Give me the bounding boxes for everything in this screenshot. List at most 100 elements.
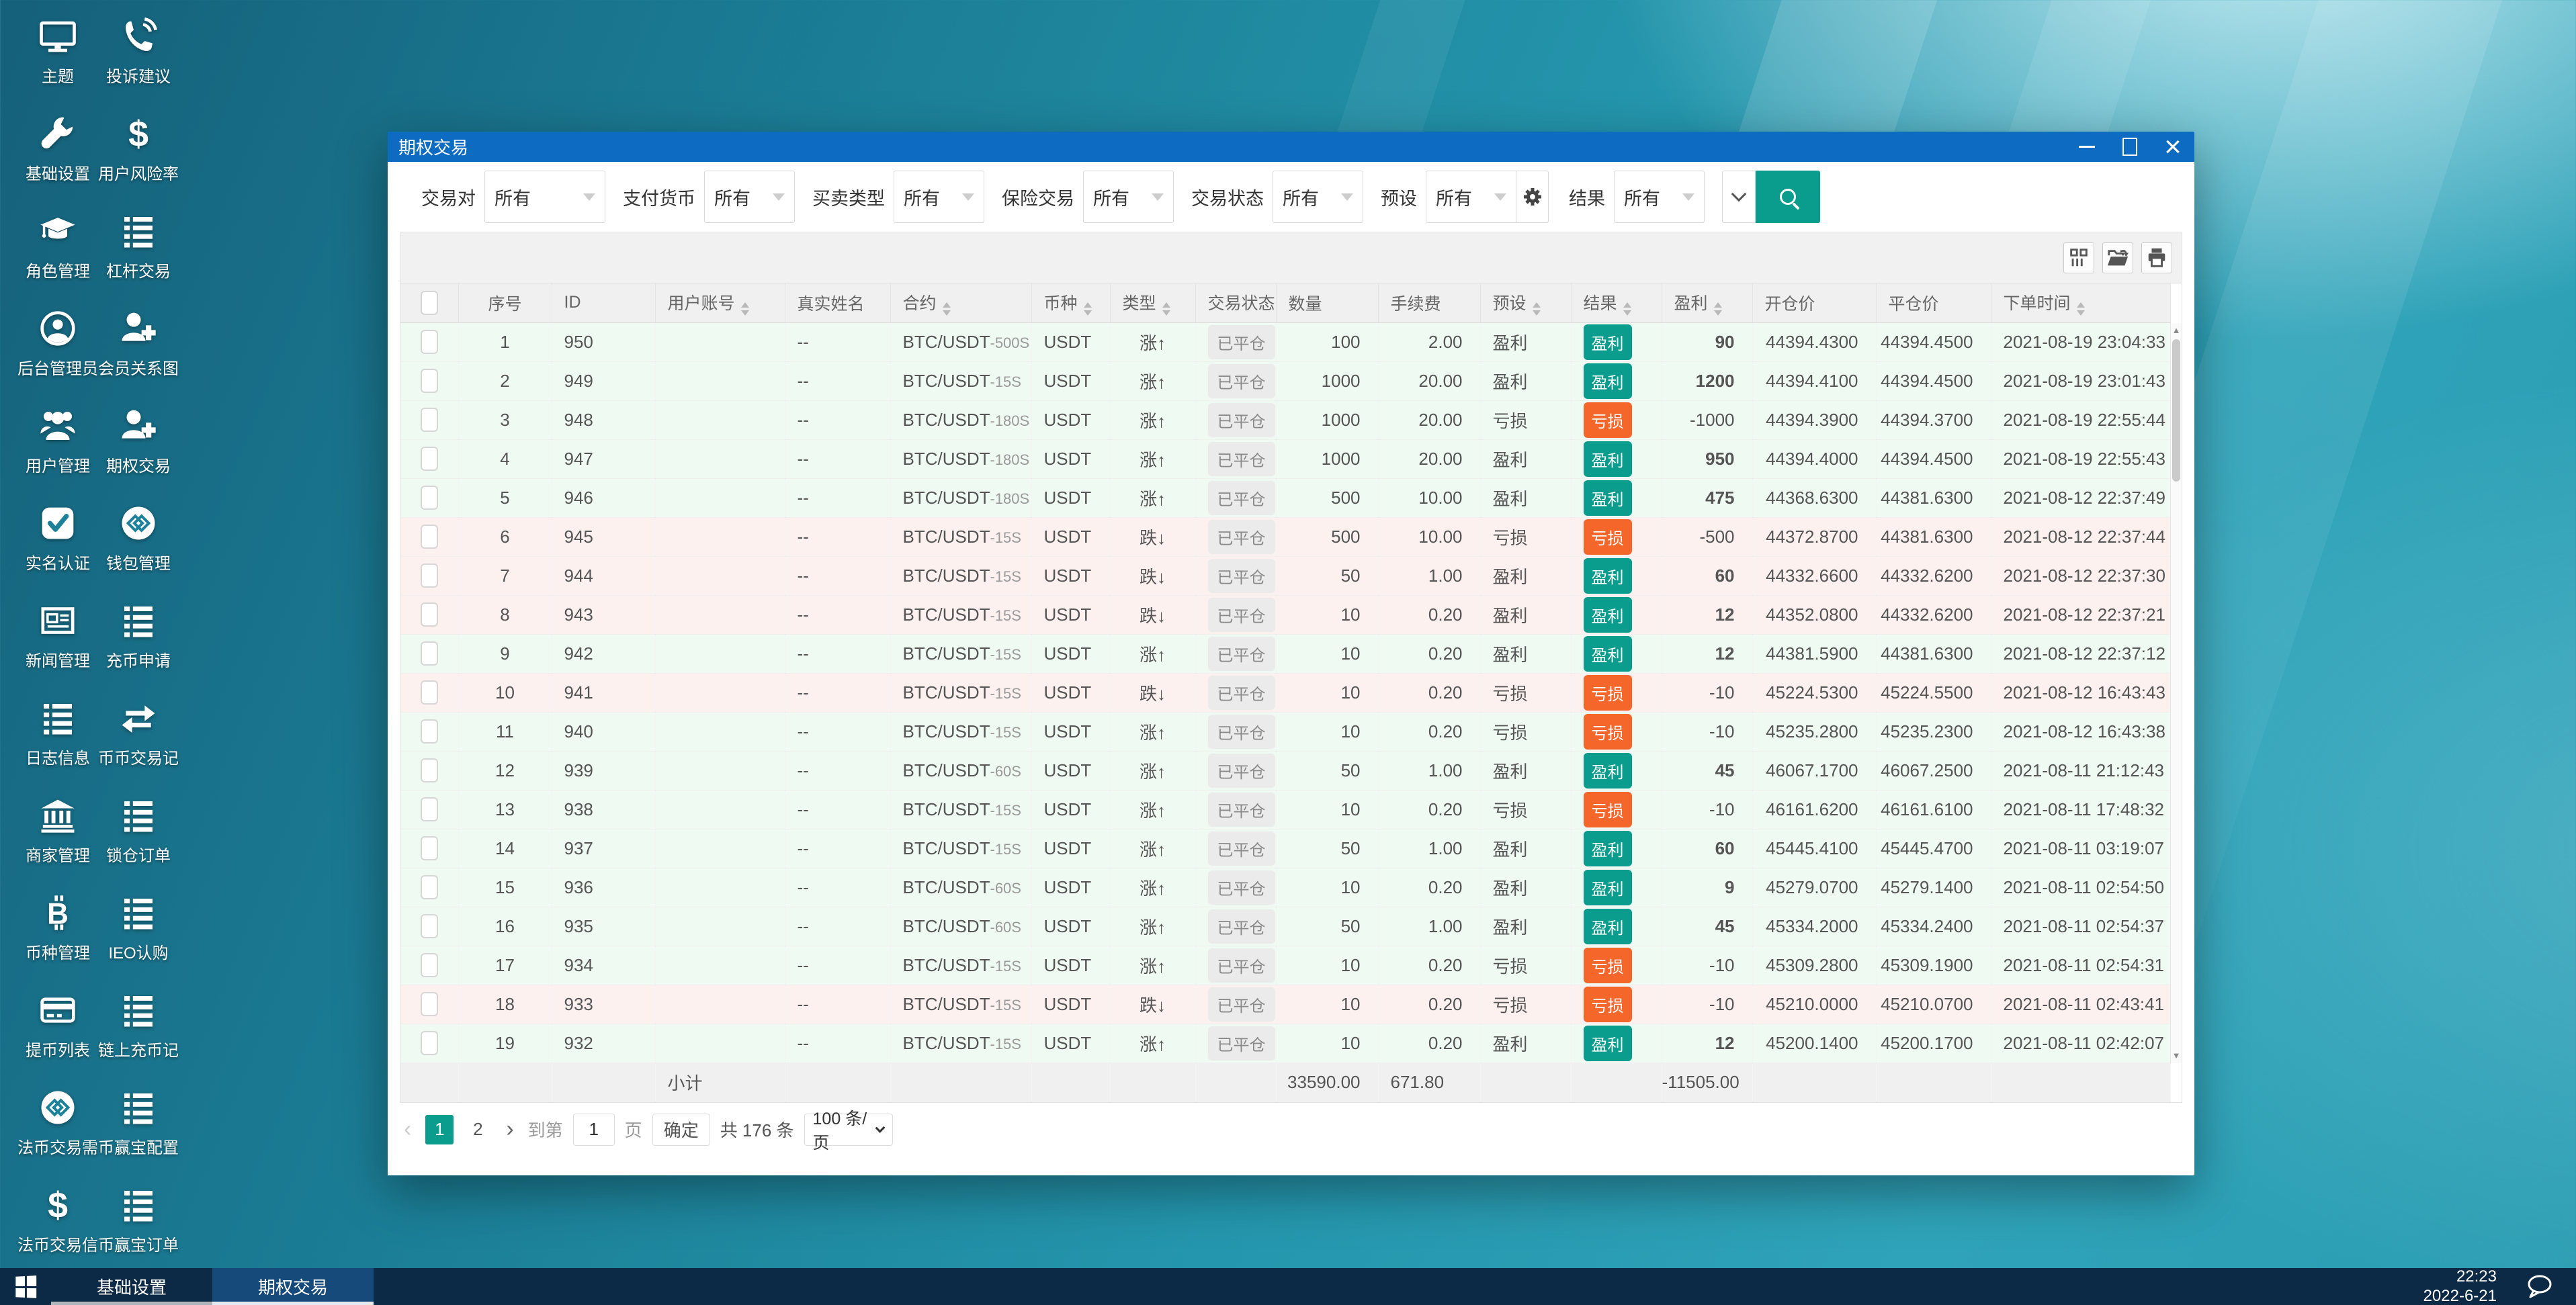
row-checkbox[interactable] [420,719,438,744]
taskbar-item-options-trading[interactable]: 期权交易 [212,1268,374,1305]
desktop-icon[interactable]: 充币申请 [101,601,176,699]
goto-confirm-button[interactable]: 确定 [652,1113,710,1146]
row-checkbox[interactable] [420,914,438,938]
desktop-icon[interactable]: 会员关系图 [98,309,179,406]
desktop-icon[interactable]: 商家管理 [20,796,95,893]
prev-page-button[interactable]: ‹ [400,1116,415,1142]
desktop-icon[interactable]: 基础设置 [20,114,95,212]
scrollbar-up-arrow[interactable]: ▲ [2171,323,2182,338]
column-header[interactable]: 交易状态... [1195,283,1277,323]
desktop-icon[interactable]: 法币交易需 [17,1088,98,1185]
column-header[interactable]: 币种 [1031,283,1111,323]
table-row[interactable]: 15 936 -- BTC/USDT-60S USDT 涨↑ 已平仓 10 0.20 盈利 盈利 9 4… [400,868,2171,907]
desktop-icon[interactable]: $ 用户风险率 [98,114,179,212]
desktop-icon[interactable]: 投诉建议 [101,17,176,114]
desktop-icon[interactable]: 杠杆交易 [101,212,176,309]
columns-button[interactable] [2063,242,2094,273]
chat-bubble-icon[interactable] [2525,1274,2553,1300]
page-button-1[interactable]: 1 [425,1114,454,1144]
table-row[interactable]: 17 934 -- BTC/USDT-15S USDT 涨↑ 已平仓 10 0.20 亏损 亏损 -1… [400,946,2171,985]
desktop-icon[interactable]: 日志信息 [20,699,95,796]
desktop-icon[interactable]: 币赢宝配置 [98,1088,179,1185]
filter-preset-select[interactable]: 所有 [1426,171,1516,223]
sort-icon[interactable] [1623,302,1631,316]
row-checkbox[interactable] [420,797,438,821]
column-header[interactable]: 下单时间 [1991,283,2171,323]
table-row[interactable]: 3 948 -- BTC/USDT-180S USDT 涨↑ 已平仓 1000 20.00 亏损亏… [400,400,2171,440]
table-row[interactable]: 11 940 -- BTC/USDT-15S USDT 涨↑ 已平仓 10 0.20 亏损 亏损 -1… [400,712,2171,752]
row-checkbox[interactable] [420,758,438,782]
row-checkbox[interactable] [420,875,438,899]
row-checkbox[interactable] [420,836,438,860]
desktop-icon[interactable]: 钱包管理 [101,504,176,601]
filter-trade-type-select[interactable]: 所有 [894,171,984,223]
table-row[interactable]: 14 937 -- BTC/USDT-15S USDT 涨↑ 已平仓 50 1.00 盈利 盈利 60… [400,829,2171,868]
table-row[interactable]: 12 939 -- BTC/USDT-60S USDT 涨↑ 已平仓 50 1.00 盈利 盈利 45… [400,751,2171,791]
table-row[interactable]: 13 938 -- BTC/USDT-15S USDT 涨↑ 已平仓 10 0.20 亏损 亏损 -1… [400,790,2171,829]
window-titlebar[interactable]: 期权交易 × [388,132,2194,162]
column-header[interactable]: 结果 [1571,283,1662,323]
row-checkbox[interactable] [420,564,438,588]
column-header[interactable]: 类型 [1110,283,1196,323]
desktop-icon[interactable]: 后台管理员 [17,309,98,406]
desktop-icon[interactable]: 用户管理 [20,406,95,504]
desktop-icon[interactable]: 实名认证 [20,504,95,601]
scrollbar-down-arrow[interactable]: ▼ [2171,1048,2182,1063]
desktop-icon[interactable]: 新闻管理 [20,601,95,699]
table-row[interactable]: 8 943 -- BTC/USDT-15S USDT 跌↓ 已平仓 10 0.20 盈利 盈利 12 4… [400,595,2171,635]
row-checkbox[interactable] [420,486,438,510]
sort-icon[interactable] [2076,302,2085,316]
close-button[interactable]: × [2151,132,2194,162]
page-button-2[interactable]: 2 [464,1115,492,1144]
scrollbar-thumb[interactable] [2172,339,2180,482]
table-row[interactable]: 9 942 -- BTC/USDT-15S USDT 涨↑ 已平仓 10 0.20 盈利 盈利 12 4… [400,634,2171,674]
select-all-checkbox[interactable] [420,290,438,315]
sort-icon[interactable] [1083,302,1092,316]
page-size-select[interactable]: 100 条/页 [804,1110,893,1153]
export-button[interactable] [2102,242,2133,273]
sort-icon[interactable] [1532,302,1541,316]
row-checkbox[interactable] [420,1031,438,1055]
desktop-icon[interactable]: B 币种管理 [20,893,95,991]
desktop-icon[interactable]: 锁仓订单 [101,796,176,893]
next-page-button[interactable]: › [502,1116,517,1142]
desktop-icon[interactable]: 期权交易 [101,406,176,504]
desktop-icon[interactable]: IEO认购 [101,893,176,991]
taskbar-clock[interactable]: 22:23 2022-6-21 [2423,1267,2497,1305]
column-header[interactable]: 盈利 [1662,283,1753,323]
taskbar-item-basic-settings[interactable]: 基础设置 [51,1268,212,1305]
row-checkbox[interactable] [420,992,438,1016]
sort-icon[interactable] [1713,302,1722,316]
row-checkbox[interactable] [420,953,438,977]
filter-pay-currency-select[interactable]: 所有 [704,171,795,223]
row-checkbox[interactable] [420,641,438,666]
table-row[interactable]: 2 949 -- BTC/USDT-15S USDT 涨↑ 已平仓 1000 20.00 盈利 盈利… [400,361,2171,401]
table-row[interactable]: 4 947 -- BTC/USDT-180S USDT 涨↑ 已平仓 1000 20.00 盈利盈… [400,439,2171,479]
row-checkbox[interactable] [420,330,438,354]
table-row[interactable]: 19 932 -- BTC/USDT-15S USDT 涨↑ 已平仓 10 0.20 盈利 盈利 12… [400,1024,2171,1063]
filter-trade-status-select[interactable]: 所有 [1273,171,1363,223]
table-row[interactable]: 1 950 -- BTC/USDT-500S USDT 涨↑ 已平仓 100 2.00 盈利 盈利 9… [400,322,2171,362]
column-header[interactable]: 用户账号 [655,283,785,323]
row-checkbox[interactable] [420,680,438,705]
search-button[interactable] [1756,171,1820,223]
desktop-icon[interactable]: 链上充币记 [98,991,179,1088]
sort-icon[interactable] [942,302,951,316]
table-row[interactable]: 7 944 -- BTC/USDT-15S USDT 跌↓ 已平仓 50 1.00 盈利 盈利 60 4… [400,556,2171,596]
start-button[interactable] [0,1268,51,1305]
filter-settings-button[interactable] [1516,171,1549,223]
desktop-icon[interactable]: 提币列表 [20,991,95,1088]
row-checkbox[interactable] [420,369,438,393]
filter-result-select[interactable]: 所有 [1614,171,1705,223]
print-button[interactable] [2141,242,2172,273]
row-checkbox[interactable] [420,447,438,471]
minimize-button[interactable] [2065,132,2108,162]
maximize-button[interactable] [2108,132,2151,162]
row-checkbox[interactable] [420,525,438,549]
desktop-icon[interactable]: 角色管理 [20,212,95,309]
column-header[interactable]: 预设 [1480,283,1572,323]
table-scrollbar[interactable]: ▲ ▼ [2170,323,2182,1063]
table-row[interactable]: 16 935 -- BTC/USDT-60S USDT 涨↑ 已平仓 50 1.00 盈利 盈利 45… [400,907,2171,946]
filter-pair-select[interactable]: 所有 [484,171,605,223]
desktop-icon[interactable]: 主题 [20,17,95,114]
